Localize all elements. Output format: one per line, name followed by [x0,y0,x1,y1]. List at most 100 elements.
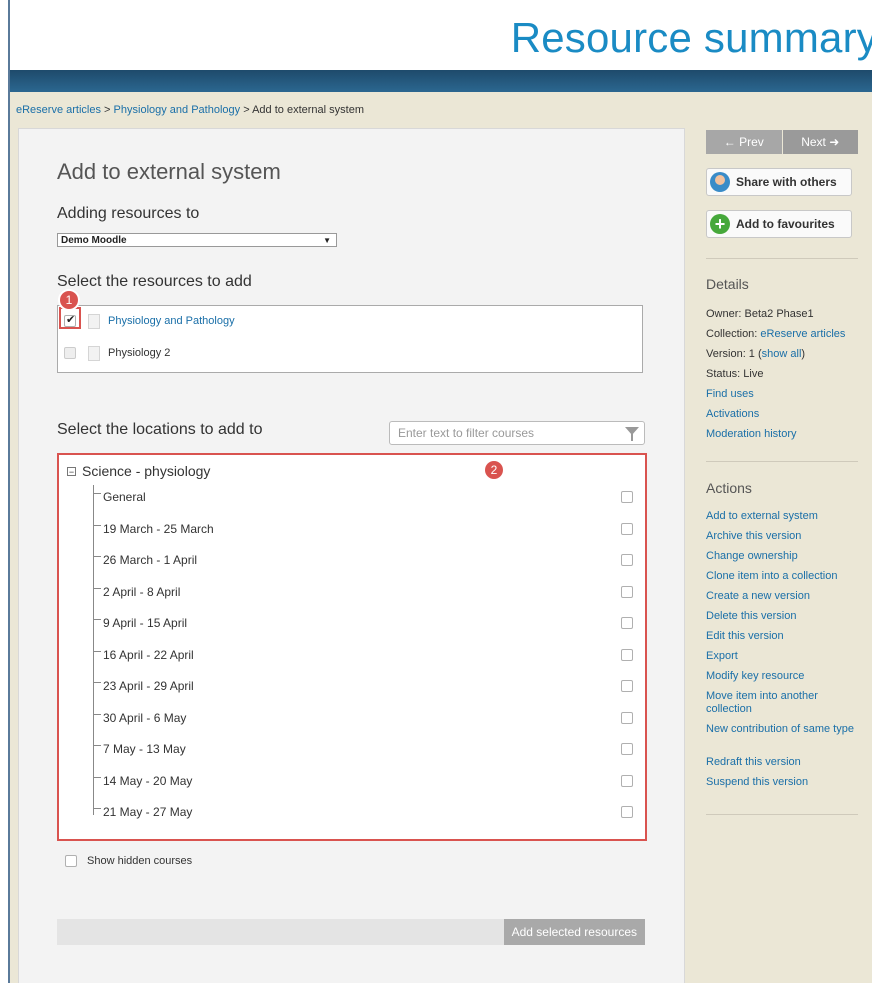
tree-branch-line [93,808,101,809]
tree-root-label: Science - physiology [82,463,211,479]
tree-item-label: 19 March - 25 March [103,521,214,536]
tree-branch-line [93,776,101,778]
tree-item-checkbox[interactable] [621,554,633,566]
tree-item-checkbox[interactable] [621,617,633,629]
tree-item: 16 April - 22 April [93,645,633,665]
dropdown-arrow-icon: ▼ [323,236,331,245]
action-link[interactable]: Delete this version [706,610,858,623]
action-link[interactable]: Redraft this version [706,756,858,769]
resource-row: Physiology and Pathology 1 [59,291,235,330]
action-bar: Add selected resources [57,919,645,945]
tree-item: 7 May - 13 May [93,739,633,759]
action-link[interactable]: Archive this version [706,530,858,543]
divider [706,258,858,259]
details-heading: Details [706,276,749,292]
tree-item: 9 April - 15 April [93,613,633,633]
action-link[interactable]: Change ownership [706,550,858,563]
highlight-box-1 [59,307,81,329]
action-link[interactable]: Modify key resource [706,670,858,683]
tree-item-label: 7 May - 13 May [103,742,186,756]
favourites-label: Add to favourites [736,217,835,231]
detail-link[interactable]: Moderation history [706,428,858,441]
tree-item-checkbox[interactable] [621,680,633,692]
breadcrumb-physiology-pathology[interactable]: Physiology and Pathology [114,104,241,116]
tree-item-checkbox[interactable] [621,491,633,503]
action-link[interactable]: Create a new version [706,590,858,603]
show-hidden-courses[interactable]: Show hidden courses [65,855,192,867]
detail-version: Version: 1 (show all) [706,348,805,360]
tree-collapse-icon[interactable]: − [67,466,76,476]
prev-button[interactable]: ← Prev [706,130,782,154]
page-title: Add to external system [57,159,281,184]
tree-branch-line [93,713,101,715]
action-link[interactable]: Move item into another collection [706,690,858,716]
header: Resource summary [10,0,872,70]
external-system-select-value: Demo Moodle [61,235,127,246]
action-link[interactable]: Export [706,650,858,663]
action-link[interactable]: Add to external system [706,510,858,523]
pager: ← Prev Next ➜ [706,130,858,154]
show-all-versions-link[interactable]: show all [762,348,802,360]
tree-item-label: 23 April - 29 April [103,679,194,693]
tree-branch-line [93,650,101,652]
select-resources-label: Select the resources to add [57,273,252,290]
tree-item: 30 April - 6 May [93,708,633,728]
tree-branch-line [93,524,101,526]
breadcrumb-ereserve-articles[interactable]: eReserve articles [16,104,101,116]
breadcrumb: eReserve articles > Physiology and Patho… [16,104,364,116]
tree-item-label: 2 April - 8 April [103,584,181,599]
detail-status: Status: Live [706,368,764,380]
tree-item-checkbox[interactable] [621,711,633,724]
breadcrumb-separator: > [243,104,250,116]
tree-branch-line [93,682,101,683]
tree-item-checkbox[interactable] [621,648,633,661]
tree-item-checkbox[interactable] [621,806,633,818]
show-hidden-checkbox[interactable] [65,855,77,867]
share-people-icon [710,172,730,192]
detail-collection-link[interactable]: eReserve articles [760,328,845,340]
show-hidden-label: Show hidden courses [87,855,193,867]
detail-link[interactable]: Activations [706,408,858,421]
tree-item-checkbox[interactable] [621,522,633,535]
external-system-select[interactable]: Demo Moodle ▼ [57,233,337,247]
resource-checkbox-physiology-2[interactable] [64,347,76,359]
tree-item-checkbox[interactable] [621,743,633,755]
course-tree: − Science - physiology 2 General 19 March… [57,453,647,841]
adding-resources-label: Adding resources to [57,205,200,222]
action-link[interactable]: Suspend this version [706,776,858,789]
breadcrumb-current: Add to external system [252,104,364,116]
resource-row: Physiology 2 [64,344,170,362]
add-selected-resources-button[interactable]: Add selected resources [503,919,645,945]
add-to-favourites-button[interactable]: + Add to favourites [706,210,852,238]
add-favourite-icon: + [710,214,730,234]
detail-collection-label: Collection: [706,328,758,340]
tree-item: 26 March - 1 April [93,550,633,570]
course-filter-input[interactable]: Enter text to filter courses [389,421,645,445]
action-link[interactable]: Edit this version [706,630,858,643]
document-icon [88,313,100,329]
tree-item-checkbox[interactable] [621,774,633,787]
resource-list: Physiology and Pathology 1 Physiology 2 [57,291,643,373]
tree-item: 14 May - 20 May [93,771,633,791]
action-link[interactable]: New contribution of same type [706,723,858,736]
page-frame: Resource summary eReserve articles > Phy… [8,0,872,983]
tree-item-label: 21 May - 27 May [103,805,193,819]
tree-item: 21 May - 27 May [93,802,633,822]
tree-branch-line [93,556,101,557]
detail-link[interactable]: Find uses [706,388,858,401]
breadcrumb-separator: > [104,104,111,116]
select-locations-label: Select the locations to add to [57,421,263,438]
tree-branch-line [93,587,101,589]
share-with-others-button[interactable]: Share with others [706,168,852,196]
tree-item: 19 March - 25 March [93,519,633,539]
action-link[interactable]: Clone item into a collection [706,570,858,583]
resource-link-physiology-pathology[interactable]: Physiology and Pathology [108,315,235,327]
share-label: Share with others [736,175,837,189]
tree-item-label: 26 March - 1 April [103,553,198,567]
tree-item-label: 16 April - 22 April [103,647,194,662]
filter-funnel-icon[interactable] [625,427,639,441]
next-button[interactable]: Next ➜ [782,130,858,154]
header-band [10,70,872,92]
tree-item-label: 14 May - 20 May [103,773,193,788]
tree-item-checkbox[interactable] [621,585,633,598]
